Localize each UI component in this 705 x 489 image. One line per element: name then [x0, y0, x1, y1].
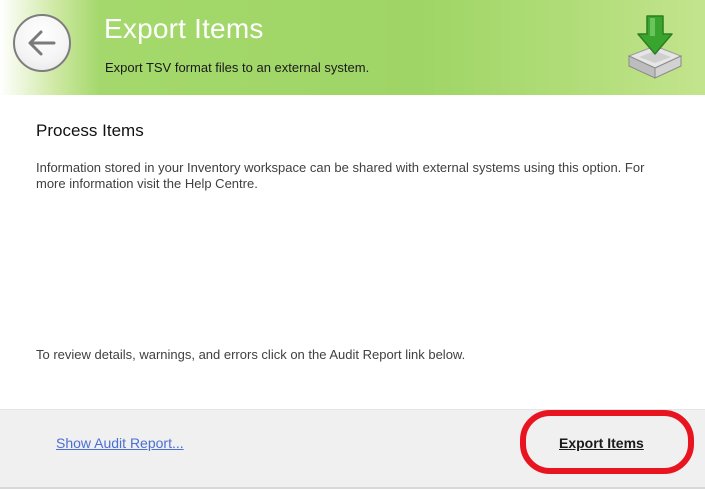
export-tray-icon	[627, 15, 683, 79]
page-subtitle: Export TSV format files to an external s…	[105, 60, 370, 75]
back-button[interactable]	[13, 14, 71, 72]
audit-review-note: To review details, warnings, and errors …	[36, 347, 466, 362]
back-arrow-icon	[28, 30, 56, 56]
section-title: Process Items	[36, 121, 144, 140]
page-title: Export Items	[104, 13, 264, 44]
footer-bar: Show Audit Report... Export Items	[0, 409, 705, 488]
show-audit-report-link[interactable]: Show Audit Report...	[56, 435, 184, 451]
export-items-button[interactable]: Export Items	[559, 435, 644, 451]
header-banner: Export Items Export TSV format files to …	[0, 0, 705, 95]
description-text: Information stored in your Inventory wor…	[36, 160, 645, 191]
